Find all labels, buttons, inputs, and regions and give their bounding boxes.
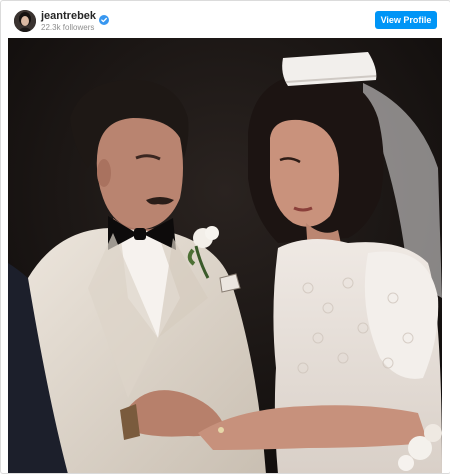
view-profile-button[interactable]: View Profile bbox=[375, 11, 437, 29]
instagram-embed: jeantrebek 22.3k followers View Profile bbox=[0, 0, 450, 474]
wedding-photo-image bbox=[8, 38, 442, 473]
username-row: jeantrebek bbox=[41, 10, 110, 25]
verified-badge-icon bbox=[99, 12, 110, 25]
followers-count: 22.3k followers bbox=[41, 23, 95, 32]
username-link[interactable]: jeantrebek bbox=[41, 10, 96, 23]
post-photo[interactable] bbox=[8, 38, 442, 473]
profile-avatar[interactable] bbox=[14, 10, 36, 32]
avatar-image bbox=[14, 10, 36, 32]
post-header: jeantrebek 22.3k followers View Profile bbox=[1, 1, 450, 37]
